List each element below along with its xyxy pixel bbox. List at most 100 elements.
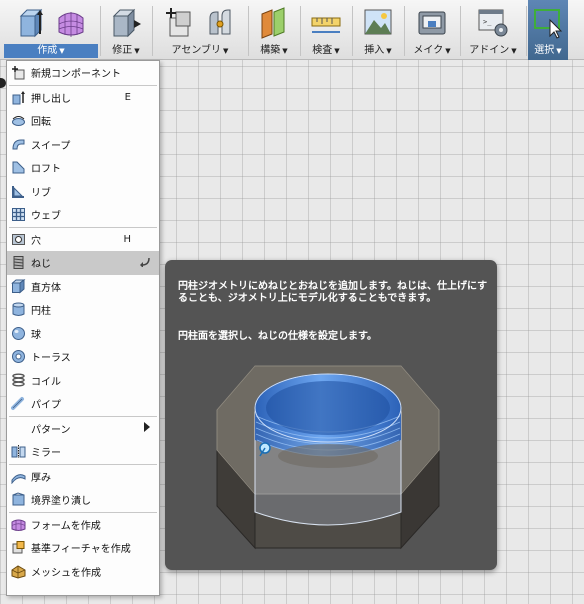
menu-item-label: スイープ [31, 140, 71, 152]
menu-item-shortcut: E [124, 91, 131, 103]
toolbar-separator [460, 6, 461, 56]
menu-item-create-mesh[interactable]: メッシュを作成 [7, 560, 159, 584]
menu-item-label: パターン [31, 424, 71, 436]
toolbar-group-addins[interactable]: >_ アドイン ▼ [462, 0, 524, 60]
menu-item-label: 直方体 [31, 282, 61, 294]
menu-item-label: 穴 [31, 235, 41, 247]
toolbar-group-select[interactable]: 選択 ▼ [528, 0, 568, 60]
thicken-icon [11, 469, 26, 484]
offset-plane-icon[interactable] [256, 4, 292, 40]
revolve-icon [11, 113, 26, 128]
create-form-toolbar-icon[interactable] [53, 4, 89, 40]
toolbar-group-make[interactable]: メイク ▼ [406, 0, 458, 60]
create-mesh-icon [11, 564, 26, 579]
3d-print-icon[interactable] [414, 4, 450, 40]
menu-item-label: リブ [31, 187, 51, 199]
toolbar-group-create-label[interactable]: 作成 ▼ [4, 44, 98, 58]
toolbar-separator [526, 6, 527, 56]
extrude-icon [11, 90, 26, 105]
scripts-addins-icon[interactable]: >_ [475, 4, 511, 40]
svg-text:>_: >_ [483, 18, 492, 26]
create-form-icon [11, 517, 26, 532]
menu-item-create-form[interactable]: フォームを作成 [7, 513, 159, 537]
toolbar-group-inspect-label[interactable]: 検査 ▼ [302, 44, 350, 58]
menu-item-shortcut: H [123, 233, 131, 245]
menu-item-label: メッシュを作成 [31, 567, 101, 579]
menu-item-extrude[interactable]: 押し出し E [7, 86, 159, 110]
toolbar-separator [152, 6, 153, 56]
toolbar-group-insert[interactable]: 挿入 ▼ [354, 0, 402, 60]
toolbar-group-make-label[interactable]: メイク ▼ [406, 44, 458, 58]
insert-image-icon[interactable] [360, 4, 396, 40]
rib-icon [11, 184, 26, 199]
toolbar-group-modify[interactable]: 修正 ▼ [102, 0, 150, 60]
loft-icon [11, 160, 26, 175]
menu-item-label: コイル [31, 376, 61, 388]
menu-item-label: トーラス [31, 353, 71, 365]
menu-item-boundary-fill[interactable]: 境界塗り潰し [7, 488, 159, 512]
menu-item-pipe[interactable]: パイプ [7, 392, 159, 416]
pipe-icon [11, 396, 26, 411]
torus-icon [11, 349, 26, 364]
tooltip-instruction: 円柱面を選択し、ねじの仕様を設定します。 [178, 331, 377, 342]
menu-item-thread[interactable]: ねじ [7, 251, 159, 275]
menu-item-label: 新規コンポーネント [31, 69, 121, 81]
toolbar-group-insert-label[interactable]: 挿入 ▼ [354, 44, 402, 58]
menu-item-cylinder[interactable]: 円柱 [7, 298, 159, 322]
menu-item-revolve[interactable]: 回転 [7, 109, 159, 133]
toolbar-group-assemble[interactable]: アセンブリ ▼ [154, 0, 246, 60]
menu-item-label: 押し出し [31, 93, 71, 105]
tooltip-description: 円柱ジオメトリにめねじとおねじを追加します。ねじは、仕上げにすることも、ジオメト… [178, 281, 488, 304]
box-icon [11, 278, 26, 294]
create-menu: 新規コンポーネント 押し出し E 回転 スイープ ロフト リブ ウェブ 穴 H … [6, 60, 160, 596]
menu-item-loft[interactable]: ロフト [7, 156, 159, 180]
press-pull-icon[interactable] [108, 4, 144, 40]
menu-item-pattern[interactable]: パターン [7, 417, 159, 441]
menu-item-label: ロフト [31, 164, 61, 176]
menu-item-new-component[interactable]: 新規コンポーネント [7, 61, 159, 85]
menu-item-label: ウェブ [31, 211, 61, 223]
measure-icon[interactable] [308, 4, 344, 40]
undo-arrow-icon [139, 255, 151, 270]
toolbar-group-create[interactable]: 作成 ▼ [4, 0, 98, 60]
hole-icon [11, 232, 26, 247]
sphere-icon [11, 326, 26, 341]
menu-item-thicken[interactable]: 厚み [7, 465, 159, 489]
menu-item-label: 円柱 [31, 306, 51, 318]
menu-item-label: 回転 [31, 117, 51, 129]
menu-item-mirror[interactable]: ミラー [7, 440, 159, 464]
toolbar-group-inspect[interactable]: 検査 ▼ [302, 0, 350, 60]
menu-item-torus[interactable]: トーラス [7, 345, 159, 369]
toolbar-group-select-label[interactable]: 選択 ▼ [528, 44, 568, 58]
menu-item-label: パイプ [31, 400, 61, 412]
toolbar-group-construct[interactable]: 構築 ▼ [250, 0, 298, 60]
boundary-fill-icon [11, 492, 26, 507]
toolbar-separator [404, 6, 405, 56]
menu-item-rib[interactable]: リブ [7, 180, 159, 204]
toolbar-separator [100, 6, 101, 56]
mirror-icon [11, 444, 26, 459]
menu-item-coil[interactable]: コイル [7, 369, 159, 393]
menu-item-create-base-feature[interactable]: 基準フィーチャを作成 [7, 536, 159, 560]
new-component-toolbar-icon[interactable] [162, 4, 198, 40]
toolbar-separator [248, 6, 249, 56]
menu-item-sweep[interactable]: スイープ [7, 133, 159, 157]
thread-icon [11, 255, 26, 270]
coil-icon [11, 373, 26, 388]
toolbar-group-modify-label[interactable]: 修正 ▼ [102, 44, 150, 58]
toolbar-separator [300, 6, 301, 56]
toolbar-group-assemble-label[interactable]: アセンブリ ▼ [154, 44, 246, 58]
menu-item-web[interactable]: ウェブ [7, 203, 159, 227]
create-sketch-box-icon[interactable] [13, 4, 49, 40]
menu-item-box[interactable]: 直方体 [7, 275, 159, 299]
select-icon[interactable] [530, 4, 566, 40]
threaded-nut-illustration [216, 365, 440, 550]
menu-item-sphere[interactable]: 球 [7, 322, 159, 346]
cylinder-icon [11, 302, 26, 317]
menu-item-label: 基準フィーチャを作成 [31, 544, 131, 556]
toolbar: 作成 ▼ 修正 ▼ アセンブリ ▼ 構築 ▼ 検査 ▼ 挿入 ▼ メイク ▼ >… [0, 0, 584, 60]
joint-icon[interactable] [202, 4, 238, 40]
toolbar-group-addins-label[interactable]: アドイン ▼ [462, 44, 524, 58]
menu-item-hole[interactable]: 穴 H [7, 228, 159, 252]
toolbar-group-construct-label[interactable]: 構築 ▼ [250, 44, 298, 58]
